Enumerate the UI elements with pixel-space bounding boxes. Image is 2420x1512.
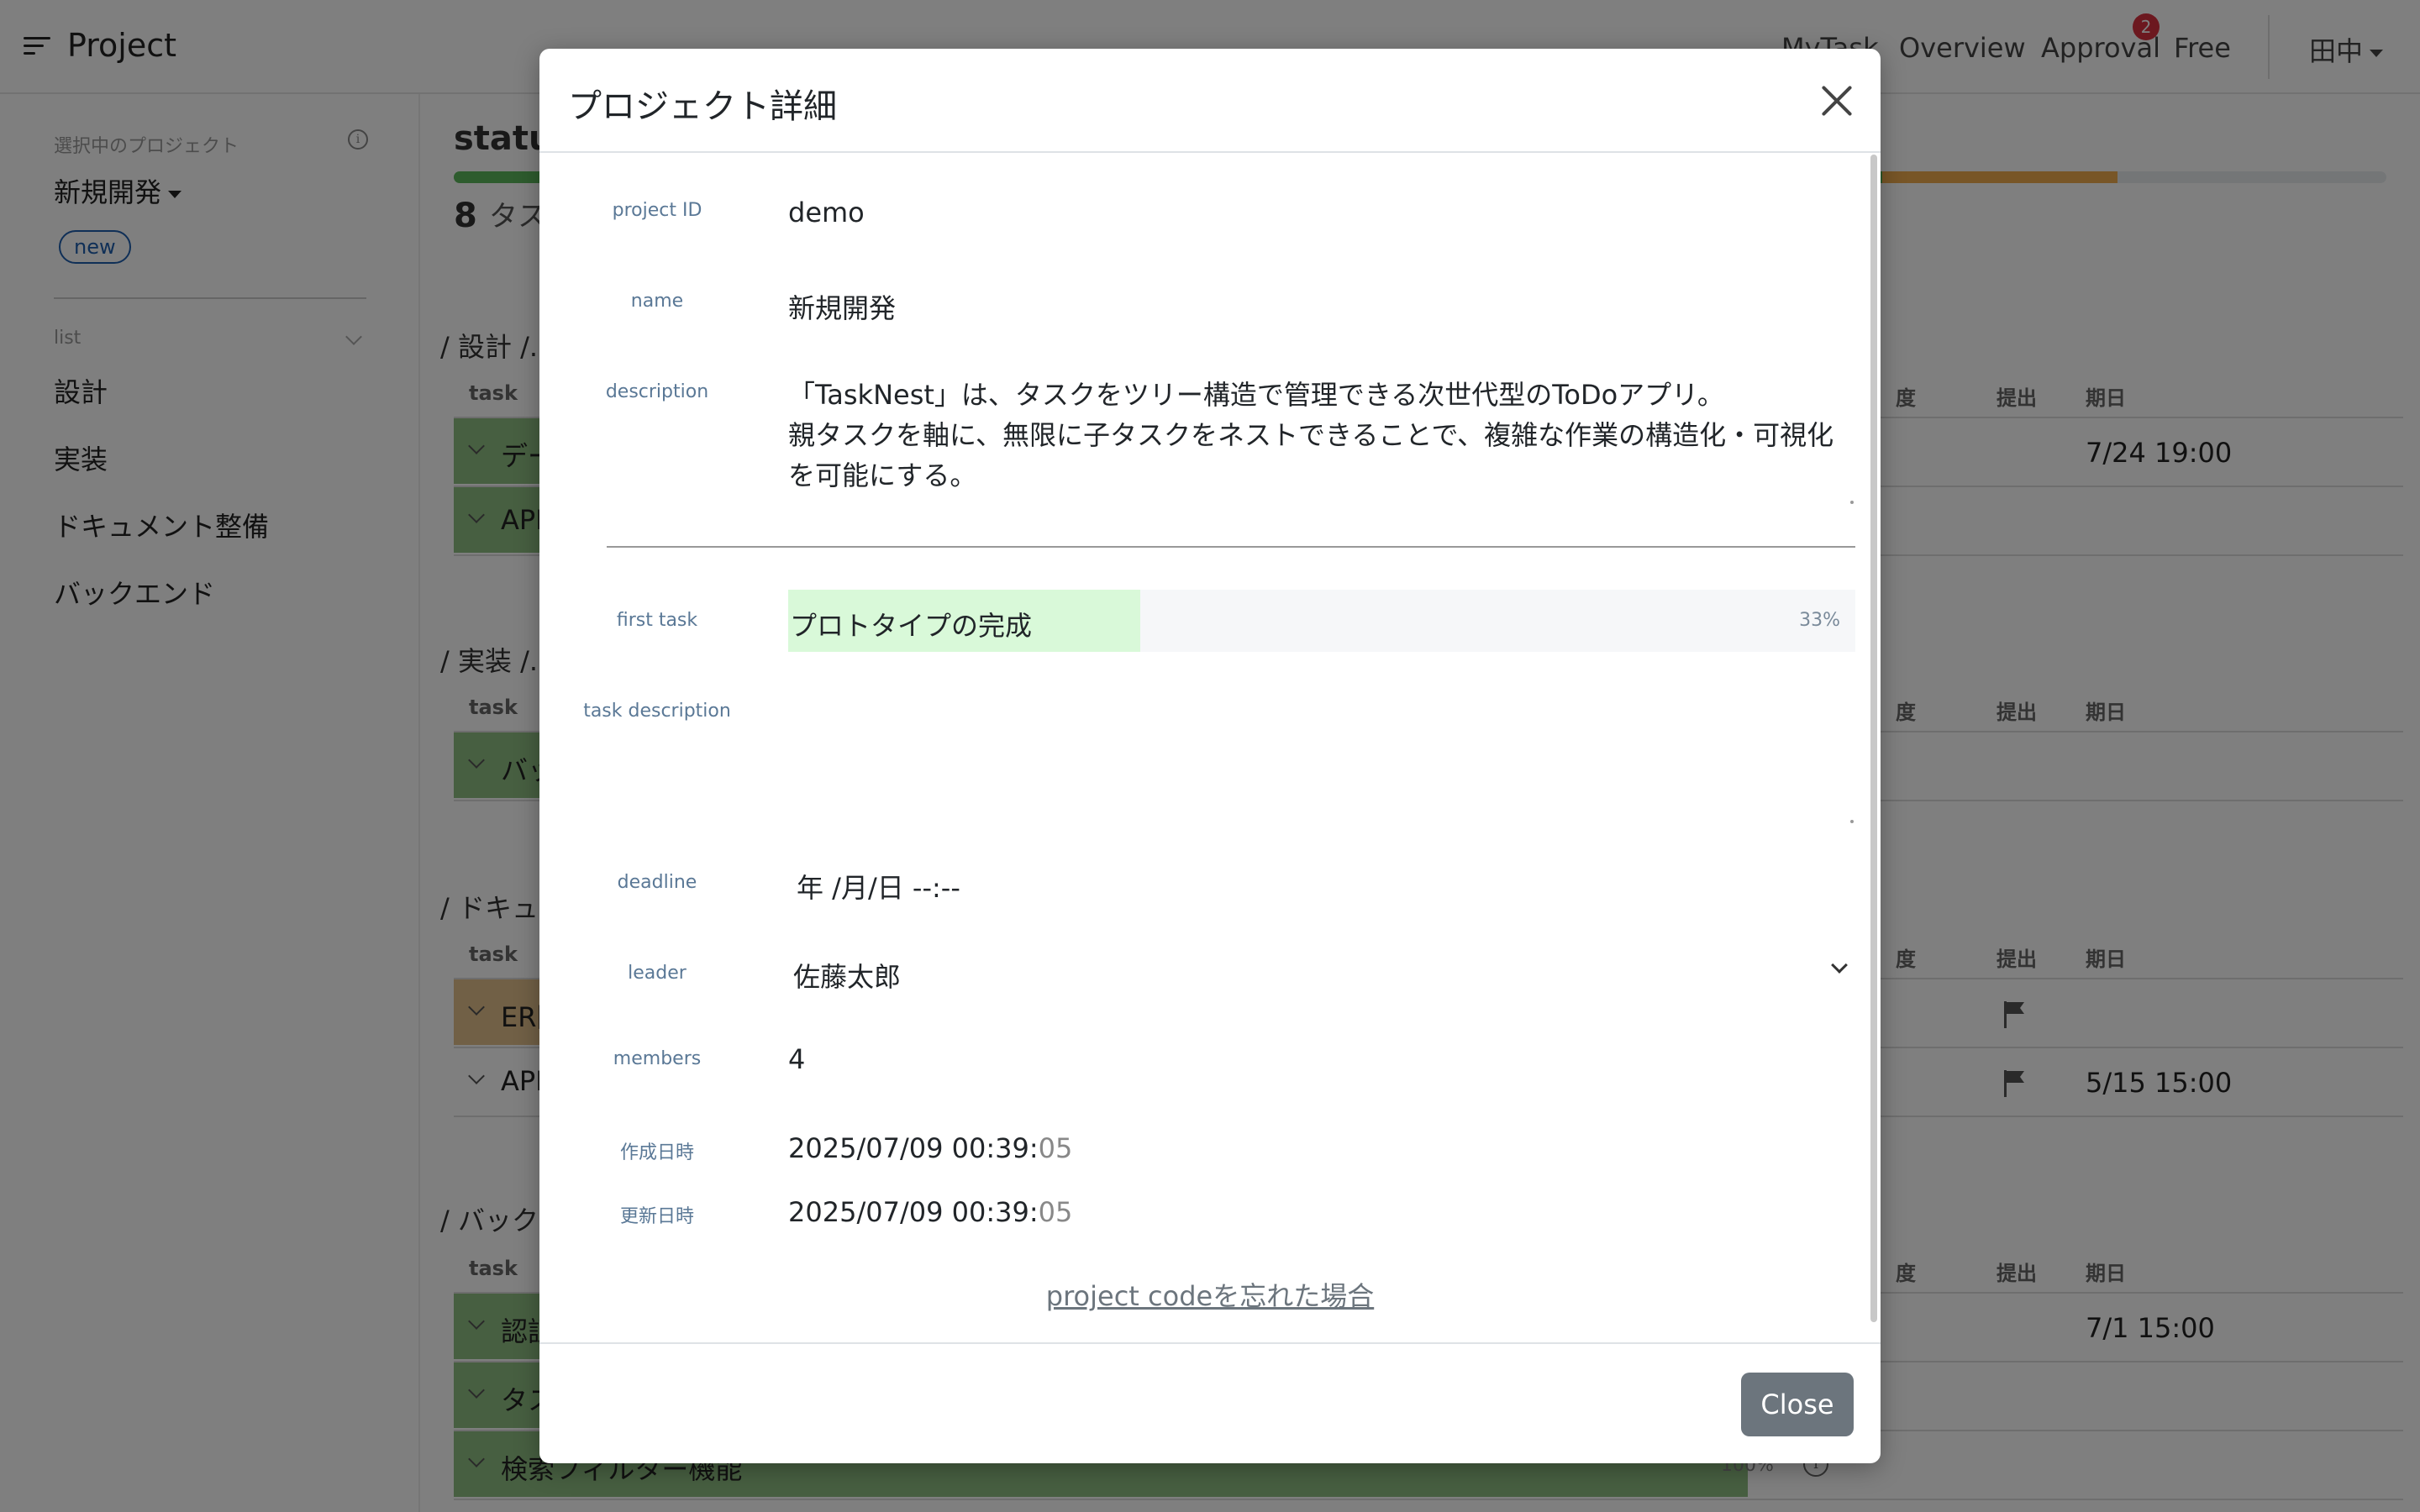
section-divider xyxy=(607,546,1855,548)
leader-select[interactable]: 佐藤太郎 xyxy=(793,956,1844,995)
project-detail-modal: プロジェクト詳細 project ID demo name 新規開発 descr… xyxy=(539,49,1881,1463)
project-id-label: project ID xyxy=(612,200,702,221)
updated-value: 2025/07/09 00:39:05 xyxy=(788,1196,1072,1228)
deadline-label: deadline xyxy=(617,872,697,893)
resize-handle[interactable] xyxy=(1850,501,1854,504)
updated-seconds: 05 xyxy=(1038,1196,1073,1228)
resize-handle[interactable] xyxy=(1850,820,1854,823)
close-button[interactable]: Close xyxy=(1741,1373,1854,1436)
deadline-input[interactable]: 年 /月/日 --:-- xyxy=(797,867,960,906)
description-label: description xyxy=(605,381,709,402)
description-line: 親タスクを軸に、無限に子タスクをネストできることで、複雑な作業の構造化・可視化 xyxy=(788,419,1834,451)
description-line: 「TaskNest」は、タスクをツリー構造で管理できる次世代型のToDoアプリ。 xyxy=(788,379,1724,411)
name-field[interactable]: 新規開発 xyxy=(788,287,896,326)
task-description-textarea[interactable] xyxy=(788,696,1839,864)
name-label: name xyxy=(630,291,684,312)
created-time: 2025/07/09 00:39: xyxy=(788,1132,1039,1164)
first-task-name: プロトタイプの完成 xyxy=(790,610,1033,642)
first-task-label: first task xyxy=(616,610,698,631)
forgot-project-code-link[interactable]: project codeを忘れた場合 xyxy=(539,1275,1881,1314)
modal-scrollbar[interactable] xyxy=(1870,155,1877,1322)
first-task-progress[interactable]: プロトタイプの完成 33% xyxy=(788,590,1855,652)
first-task-percent: 33% xyxy=(1799,610,1840,631)
updated-time: 2025/07/09 00:39: xyxy=(788,1196,1039,1228)
description-textarea[interactable]: 「TaskNest」は、タスクをツリー構造で管理できる次世代型のToDoアプリ。… xyxy=(788,375,1839,496)
members-label: members xyxy=(613,1048,702,1069)
updated-label: 更新日時 xyxy=(619,1206,694,1227)
modal-footer: Close xyxy=(539,1342,1881,1463)
modal-header: プロジェクト詳細 xyxy=(539,49,1881,153)
modal-title: プロジェクト詳細 xyxy=(568,87,837,126)
created-value: 2025/07/09 00:39:05 xyxy=(788,1132,1072,1164)
project-id-value: demo xyxy=(788,197,865,228)
close-icon[interactable] xyxy=(1820,84,1854,118)
members-value: 4 xyxy=(788,1043,806,1075)
description-line: を可能にする。 xyxy=(788,459,977,491)
created-label: 作成日時 xyxy=(619,1142,694,1163)
leader-label: leader xyxy=(628,963,687,984)
task-description-label: task description xyxy=(583,701,731,722)
created-seconds: 05 xyxy=(1038,1132,1073,1164)
